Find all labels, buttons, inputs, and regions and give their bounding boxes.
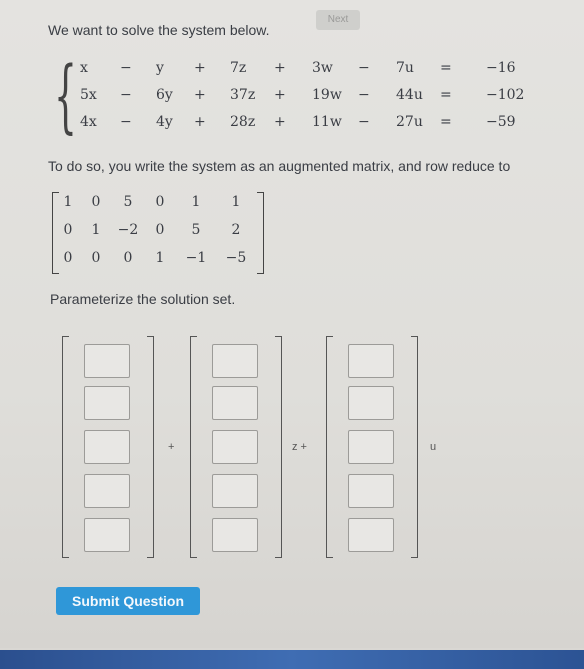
equation-term: 5x bbox=[80, 87, 97, 103]
matrix-cell: 0 bbox=[155, 222, 165, 238]
vector-right-bracket bbox=[275, 336, 282, 558]
answer-input-box[interactable] bbox=[84, 518, 130, 552]
answer-input-box[interactable] bbox=[348, 518, 394, 552]
equation-term: 7u bbox=[396, 60, 414, 76]
matrix-cell: −1 bbox=[185, 250, 207, 266]
submit-question-button[interactable]: Submit Question bbox=[56, 587, 200, 615]
equation-system: { x − y +7z +3w −7u = −16 5x −6y +37z +19w −44u = −102… bbox=[54, 56, 524, 142]
answer-input-box[interactable] bbox=[348, 430, 394, 464]
matrix-cell: 1 bbox=[231, 194, 241, 210]
vector-left-bracket bbox=[326, 336, 333, 558]
equation-term: 4y bbox=[156, 114, 173, 130]
matrix-cell: 0 bbox=[63, 250, 73, 266]
equation-term: − bbox=[120, 87, 132, 103]
matrix-cell: 0 bbox=[123, 250, 133, 266]
vector-left-bracket bbox=[190, 336, 197, 558]
constant-vector bbox=[62, 336, 154, 558]
equation-term: 4x bbox=[80, 114, 97, 130]
next-button[interactable]: Next bbox=[316, 10, 360, 30]
equation-term: + bbox=[194, 60, 206, 76]
answer-input-box[interactable] bbox=[212, 386, 258, 420]
z-vector bbox=[190, 336, 282, 558]
equation-term: y bbox=[156, 60, 164, 76]
reduce-text: To do so, you write the system as an aug… bbox=[48, 158, 511, 174]
vector-right-bracket bbox=[147, 336, 154, 558]
equation-term: − bbox=[358, 87, 370, 103]
answer-input-box[interactable] bbox=[348, 344, 394, 378]
matrix-cell: 0 bbox=[91, 194, 101, 210]
matrix-cell: 1 bbox=[63, 194, 73, 210]
equation-term: 28z bbox=[230, 114, 256, 130]
equation-term: − bbox=[120, 60, 132, 76]
vector-left-bracket bbox=[62, 336, 69, 558]
plus-sign: + bbox=[168, 441, 175, 453]
answer-input-box[interactable] bbox=[348, 386, 394, 420]
equation-term: −59 bbox=[486, 114, 516, 130]
equation-term: x bbox=[80, 60, 88, 76]
u-vector bbox=[326, 336, 418, 558]
taskbar bbox=[0, 650, 584, 669]
equation-term: 11w bbox=[312, 114, 342, 130]
equation-term: + bbox=[274, 114, 286, 130]
intro-text: We want to solve the system below. bbox=[48, 22, 270, 38]
matrix-cell: 0 bbox=[91, 250, 101, 266]
matrix-right-bracket bbox=[257, 192, 264, 274]
matrix-cell: −5 bbox=[225, 250, 247, 266]
matrix-cell: 2 bbox=[231, 222, 241, 238]
left-brace: { bbox=[54, 49, 77, 142]
equation-term: −102 bbox=[486, 87, 525, 103]
equation-term: −16 bbox=[486, 60, 516, 76]
equation-term: 37z bbox=[230, 87, 256, 103]
answer-input-box[interactable] bbox=[212, 518, 258, 552]
answer-input-box[interactable] bbox=[212, 474, 258, 508]
matrix-cell: −2 bbox=[117, 222, 139, 238]
matrix-cell: 5 bbox=[123, 194, 133, 210]
matrix-cell: 1 bbox=[191, 194, 201, 210]
matrix-cell: 1 bbox=[91, 222, 101, 238]
answer-input-box[interactable] bbox=[84, 474, 130, 508]
equation-term: 44u bbox=[396, 87, 423, 103]
parameterize-text: Parameterize the solution set. bbox=[50, 291, 236, 307]
equation-term: 3w bbox=[312, 60, 333, 76]
answer-input-box[interactable] bbox=[84, 344, 130, 378]
question-page: Next We want to solve the system below. … bbox=[0, 0, 584, 648]
equation-term: 27u bbox=[396, 114, 423, 130]
equation-term: 19w bbox=[312, 87, 342, 103]
equation-term: + bbox=[194, 87, 206, 103]
answer-input-box[interactable] bbox=[84, 386, 130, 420]
equation-term: − bbox=[358, 60, 370, 76]
equation-term: + bbox=[274, 60, 286, 76]
answer-input-box[interactable] bbox=[212, 344, 258, 378]
equation-term: = bbox=[440, 87, 452, 103]
equation-term: + bbox=[274, 87, 286, 103]
vector-right-bracket bbox=[411, 336, 418, 558]
equation-term: 7z bbox=[230, 60, 247, 76]
matrix-cell: 5 bbox=[191, 222, 201, 238]
equation-term: = bbox=[440, 114, 452, 130]
equation-term: − bbox=[358, 114, 370, 130]
matrix-cell: 0 bbox=[63, 222, 73, 238]
matrix-cell: 0 bbox=[155, 194, 165, 210]
answer-input-box[interactable] bbox=[212, 430, 258, 464]
equation-term: − bbox=[120, 114, 132, 130]
answer-input-box[interactable] bbox=[84, 430, 130, 464]
equation-term: + bbox=[194, 114, 206, 130]
matrix-cell: 1 bbox=[155, 250, 165, 266]
equation-term: = bbox=[440, 60, 452, 76]
rref-matrix: 1 0 5 0 1 1 0 1 −2 0 5 2 0 0 0 1 −1 −5 bbox=[52, 192, 264, 274]
z-plus-label: z + bbox=[292, 441, 307, 453]
equation-term: 6y bbox=[156, 87, 173, 103]
answer-input-box[interactable] bbox=[348, 474, 394, 508]
u-label: u bbox=[430, 441, 437, 453]
